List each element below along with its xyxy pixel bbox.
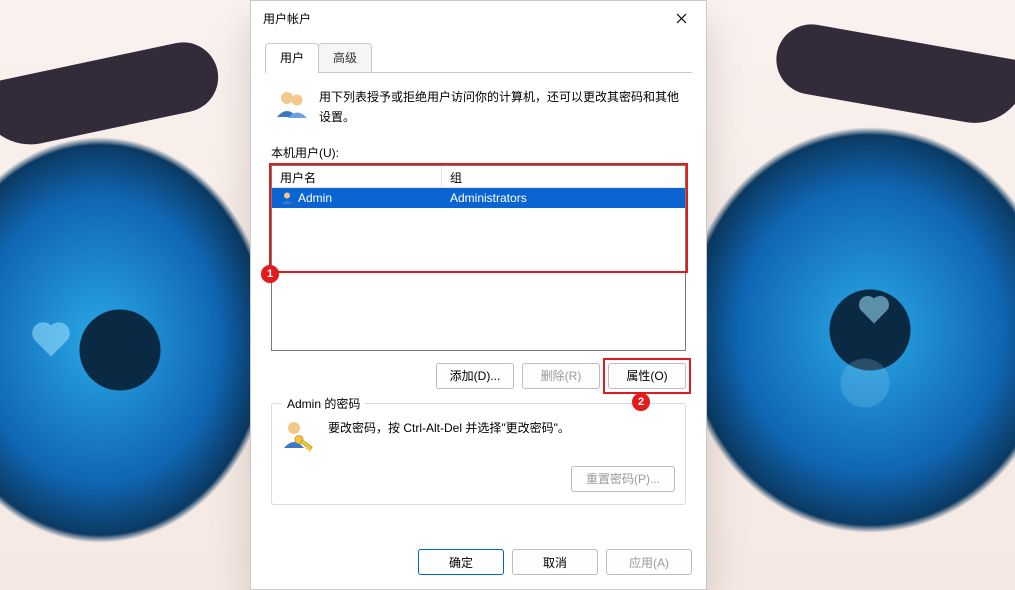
close-icon [676, 13, 687, 24]
column-header-group[interactable]: 组 [442, 166, 685, 187]
add-button[interactable]: 添加(D)... [436, 363, 514, 389]
dialog-client: 用户 高级 用下列表授予或拒绝用户访问你的计算机，还可以更改其密码和其他设置。 … [251, 35, 706, 537]
titlebar: 用户帐户 [251, 1, 706, 35]
user-accounts-dialog: 用户帐户 用户 高级 用下列表授予或拒绝用户访问你的计算机，还可以更改 [250, 0, 707, 590]
tab-advanced[interactable]: 高级 [318, 43, 372, 73]
tab-strip: 用户 高级 [265, 43, 692, 73]
properties-button[interactable]: 属性(O) [608, 363, 686, 389]
ok-button[interactable]: 确定 [418, 549, 504, 575]
window-title: 用户帐户 [263, 10, 658, 27]
users-listview[interactable]: 用户名 组 Admin Administrators [271, 165, 686, 351]
intro-row: 用下列表授予或拒绝用户访问你的计算机，还可以更改其密码和其他设置。 [269, 87, 688, 138]
password-help-text: 要改密码，按 Ctrl-Alt-Del 并选择"更改密码"。 [328, 418, 570, 438]
list-item[interactable]: Admin Administrators [272, 188, 685, 208]
dialog-footer: 确定 取消 应用(A) [251, 537, 706, 589]
list-header: 用户名 组 [272, 166, 685, 188]
user-name-cell: Admin [298, 191, 332, 205]
users-icon [275, 87, 309, 121]
key-user-icon [282, 418, 316, 452]
tab-panel-users: 用下列表授予或拒绝用户访问你的计算机，还可以更改其密码和其他设置。 本机用户(U… [265, 72, 692, 537]
password-group-legend: Admin 的密码 [282, 395, 365, 412]
annotation-marker-2: 2 [632, 393, 650, 411]
user-icon [280, 191, 294, 205]
reset-password-button[interactable]: 重置密码(P)... [571, 466, 675, 492]
annotation-marker-1: 1 [261, 265, 279, 283]
user-group-cell: Administrators [450, 191, 527, 205]
remove-button[interactable]: 删除(R) [522, 363, 600, 389]
cancel-button[interactable]: 取消 [512, 549, 598, 575]
local-users-label: 本机用户(U): [271, 144, 688, 161]
close-button[interactable] [658, 3, 704, 33]
apply-button[interactable]: 应用(A) [606, 549, 692, 575]
password-groupbox: Admin 的密码 要改密码，按 Ctrl-A [271, 403, 686, 505]
tab-users[interactable]: 用户 [265, 43, 319, 73]
desktop-background: 用户帐户 用户 高级 用下列表授予或拒绝用户访问你的计算机，还可以更改 [0, 0, 1015, 590]
intro-text: 用下列表授予或拒绝用户访问你的计算机，还可以更改其密码和其他设置。 [319, 87, 682, 128]
column-header-username[interactable]: 用户名 [272, 166, 442, 187]
